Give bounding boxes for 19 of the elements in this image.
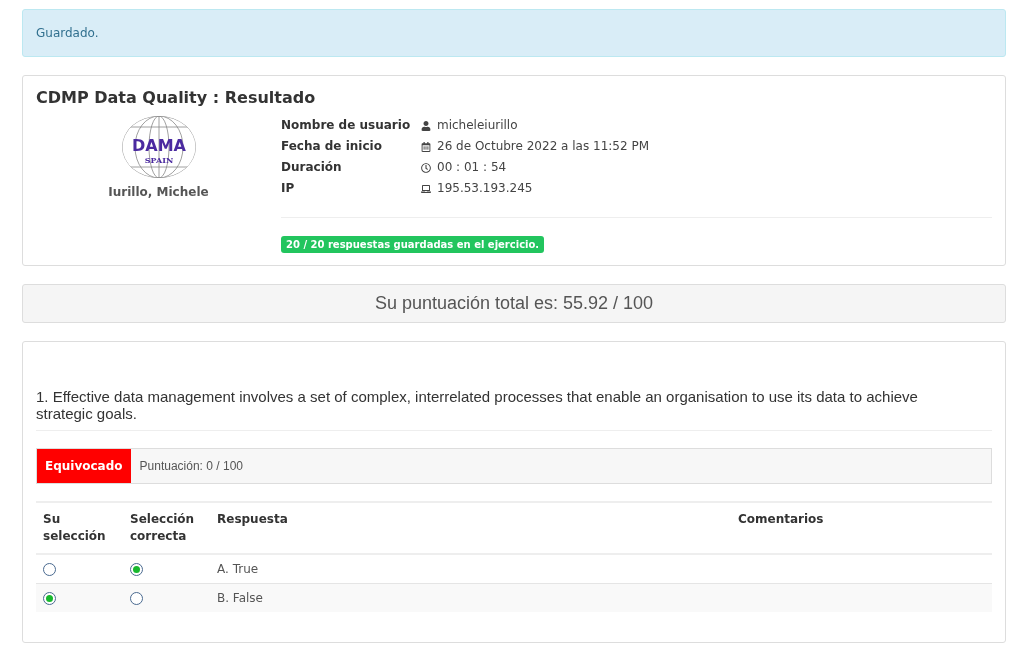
answer-cell: B. False bbox=[210, 583, 731, 612]
detail-label: IP bbox=[281, 180, 296, 197]
detail-label: Nombre de usuario bbox=[281, 117, 412, 134]
detail-value: 195.53.193.245 bbox=[437, 180, 533, 197]
saved-alert: Guardado. bbox=[22, 9, 1006, 57]
result-tag: Equivocado bbox=[37, 449, 131, 483]
total-score: Su puntuación total es: 55.92 / 100 bbox=[22, 284, 1006, 323]
answer-cell: A. True bbox=[210, 554, 731, 584]
quiz-title: CDMP Data Quality : Resultado bbox=[36, 88, 317, 107]
user-full-name: Iurillo, Michele bbox=[108, 185, 209, 199]
saved-answers-badge: 20 / 20 respuestas guardadas en el ejercicio. bbox=[281, 236, 545, 253]
detail-value: micheleiurillo bbox=[437, 117, 518, 134]
points-text: Puntuación: 0 / 100 bbox=[138, 459, 243, 473]
detail-label: Fecha de inicio bbox=[281, 138, 383, 155]
detail-value: 26 de Octubre 2022 a las 11:52 PM bbox=[437, 138, 649, 155]
user-icon bbox=[421, 120, 431, 131]
detail-value: 00 : 01 : 54 bbox=[437, 159, 507, 176]
question-text: 1. Effective data management involves a set of complex, interrelated processes that enable an organisation to use its data to achieve strategic goals. bbox=[36, 388, 992, 431]
detail-label: Duración bbox=[281, 159, 343, 176]
